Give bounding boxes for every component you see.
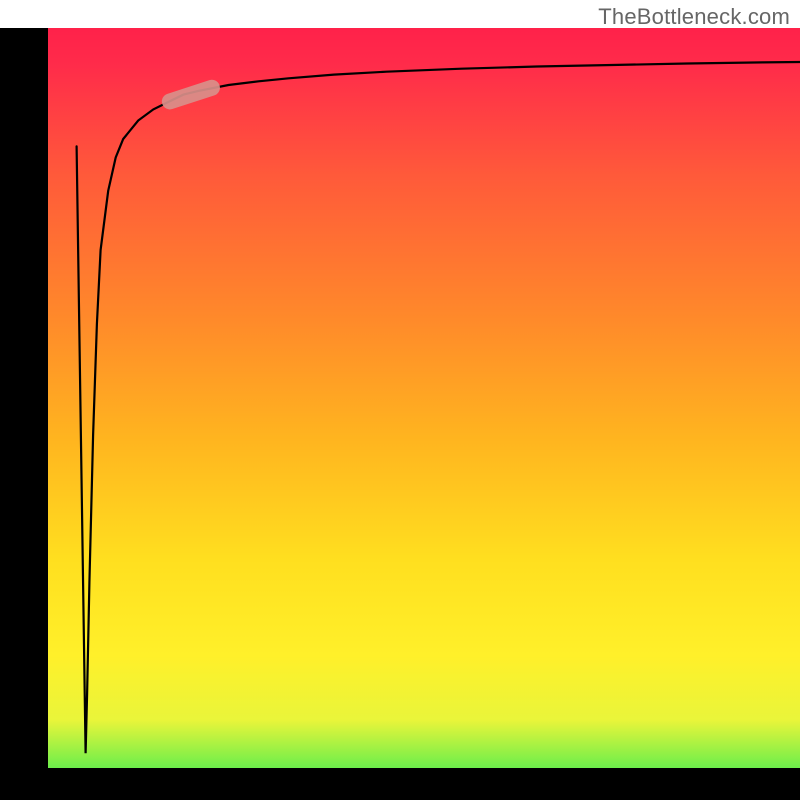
bottleneck-chart [0, 0, 800, 800]
gradient-fill [0, 0, 800, 800]
frame-left [0, 28, 48, 780]
frame-bottom [0, 768, 800, 800]
watermark-text: TheBottleneck.com [598, 4, 790, 30]
